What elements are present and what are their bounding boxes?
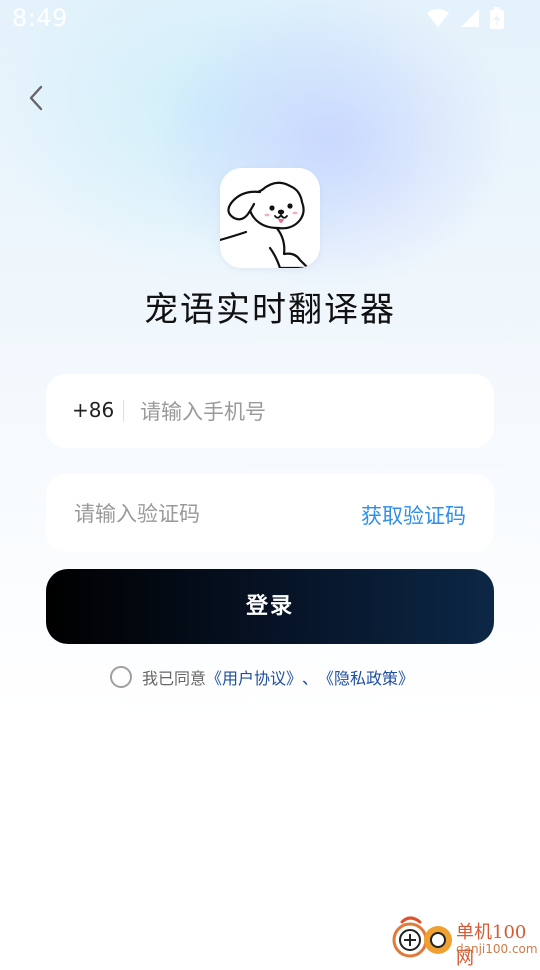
country-code[interactable]: +86 [72,398,114,422]
login-button[interactable]: 登录 [46,569,494,644]
field-divider [123,400,124,422]
agreement-separator: 、 [302,669,319,688]
watermark-url: danji100.com [456,942,538,956]
agreement-checkbox[interactable] [110,666,132,688]
agreement-prefix: 我已同意 [142,669,207,688]
phone-input[interactable] [138,393,472,431]
status-time: 8:49 [12,4,68,32]
status-bar: 8:49 [0,0,540,38]
watermark: 单机100网 danji100.com [388,912,540,969]
phone-field: +86 [46,374,494,448]
chevron-left-icon [22,85,52,118]
verification-code-input[interactable] [72,495,336,533]
app-title: 宠语实时翻译器 [144,290,396,330]
puppy-logo-icon [220,168,320,268]
signal-icon [460,8,480,32]
battery-icon [490,7,504,33]
agreement-row: 我已同意 《用户协议》 、 《隐私政策》 [110,665,414,689]
privacy-policy-link[interactable]: 《隐私政策》 [318,665,414,689]
get-code-button[interactable]: 获取验证码 [361,500,466,530]
back-button[interactable] [22,82,52,114]
verification-code-field: 获取验证码 [46,474,494,552]
status-icons [426,7,504,33]
wifi-icon [426,7,450,33]
user-agreement-link[interactable]: 《用户协议》 [206,665,302,689]
app-logo [220,168,320,268]
